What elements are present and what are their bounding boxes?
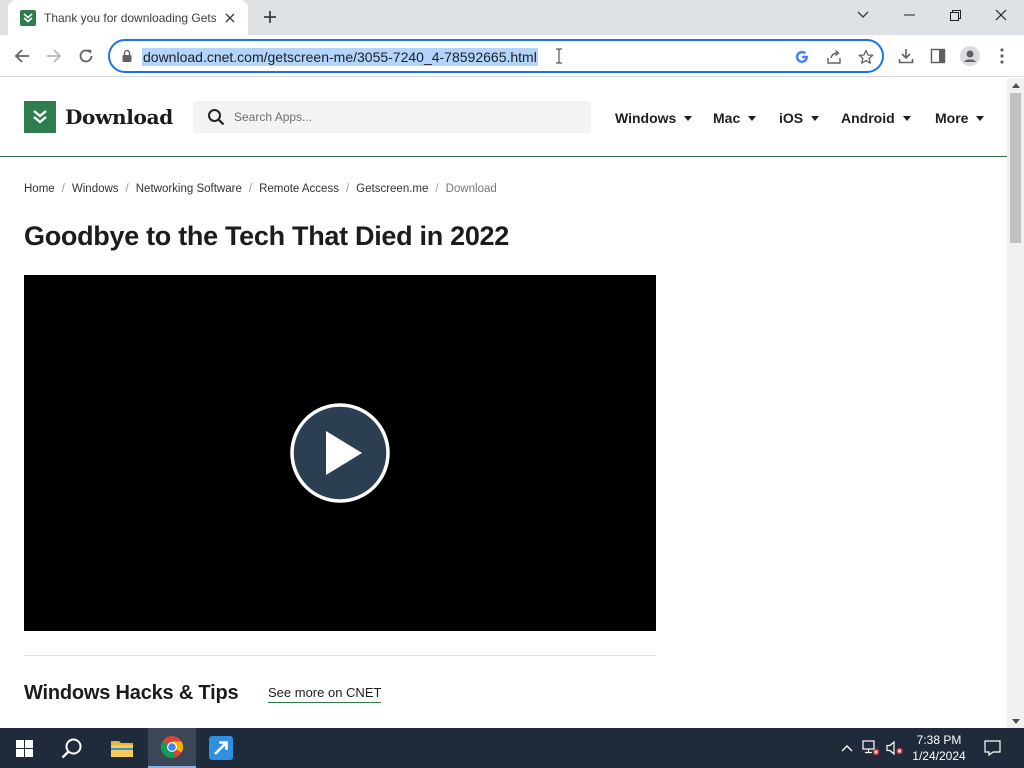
web-page: Download Windows Mac iOS Android More Ho… bbox=[0, 78, 1007, 728]
breadcrumb-remote-access[interactable]: Remote Access bbox=[259, 183, 339, 195]
clock-date: 1/24/2024 bbox=[912, 749, 966, 763]
caret-down-icon bbox=[748, 115, 757, 121]
close-tab-icon[interactable] bbox=[222, 10, 238, 26]
breadcrumb-separator: / bbox=[61, 183, 65, 195]
browser-toolbar: download.cnet.com/getscreen-me/3055-7240… bbox=[0, 35, 1024, 77]
bookmark-star-icon[interactable] bbox=[856, 47, 876, 67]
chevron-down-icon bbox=[857, 11, 869, 18]
forward-button[interactable] bbox=[39, 41, 69, 71]
scroll-up-icon[interactable] bbox=[1007, 78, 1024, 92]
search-button[interactable] bbox=[48, 728, 96, 768]
nav-android[interactable]: Android bbox=[841, 108, 911, 128]
new-tab-button[interactable] bbox=[258, 5, 282, 29]
site-header: Download Windows Mac iOS Android More bbox=[0, 78, 1007, 157]
page-title: Goodbye to the Tech That Died in 2022 bbox=[24, 221, 509, 251]
breadcrumb-separator: / bbox=[125, 183, 129, 195]
chevron-up-icon bbox=[841, 745, 853, 752]
nav-ios[interactable]: iOS bbox=[779, 108, 820, 128]
section-divider bbox=[24, 655, 656, 656]
search-input[interactable] bbox=[234, 101, 574, 133]
browser-tab-strip: Thank you for downloading Getscreen.me bbox=[0, 0, 1024, 35]
close-window-button[interactable] bbox=[978, 0, 1024, 30]
clock-time: 7:38 PM bbox=[916, 733, 962, 747]
caret-down-icon bbox=[684, 115, 693, 121]
nav-label: iOS bbox=[779, 110, 804, 126]
lock-icon[interactable] bbox=[120, 49, 134, 63]
system-clock[interactable]: 7:38 PM 1/24/2024 bbox=[903, 732, 975, 764]
caret-down-icon bbox=[902, 115, 911, 121]
arrow-left-icon bbox=[14, 49, 29, 63]
tab-search-button[interactable] bbox=[840, 0, 886, 30]
logo-text: Download bbox=[65, 105, 173, 129]
nav-label: Windows bbox=[615, 110, 677, 126]
app-taskbar-button[interactable] bbox=[197, 728, 245, 768]
search-bar[interactable] bbox=[193, 101, 591, 133]
breadcrumb-separator: / bbox=[435, 183, 439, 195]
windows-taskbar: 7:38 PM 1/24/2024 bbox=[0, 728, 1024, 768]
url-text[interactable]: download.cnet.com/getscreen-me/3055-7240… bbox=[142, 48, 538, 66]
site-logo[interactable]: Download bbox=[24, 101, 173, 133]
caret-down-icon bbox=[976, 115, 985, 121]
google-lens-icon[interactable] bbox=[792, 47, 812, 67]
breadcrumb-separator: / bbox=[345, 183, 350, 195]
nav-label: Mac bbox=[713, 110, 741, 126]
notifications-button[interactable] bbox=[979, 728, 1005, 768]
arrow-app-icon bbox=[209, 736, 233, 760]
download-logo-icon bbox=[24, 101, 56, 133]
breadcrumb: Home / Windows / Networking Software / R… bbox=[24, 182, 497, 196]
close-icon bbox=[995, 9, 1007, 21]
minimize-icon bbox=[903, 14, 915, 16]
restore-icon bbox=[949, 9, 961, 21]
video-player[interactable] bbox=[24, 275, 656, 631]
search-icon bbox=[61, 738, 82, 759]
plus-icon bbox=[264, 11, 276, 23]
nav-windows[interactable]: Windows bbox=[615, 108, 693, 128]
text-cursor-icon bbox=[556, 48, 562, 64]
search-icon bbox=[208, 109, 225, 126]
notification-icon bbox=[983, 740, 1001, 756]
folder-icon bbox=[111, 741, 133, 757]
breadcrumb-networking-software[interactable]: Networking Software bbox=[136, 183, 242, 195]
breadcrumb-home[interactable]: Home bbox=[24, 183, 55, 195]
more-options-icon[interactable] bbox=[989, 43, 1015, 69]
show-hidden-icons-button[interactable] bbox=[838, 728, 856, 768]
page-scrollbar[interactable] bbox=[1007, 78, 1024, 728]
nav-label: Android bbox=[841, 110, 895, 126]
breadcrumb-windows[interactable]: Windows bbox=[72, 183, 119, 195]
breadcrumb-separator: / bbox=[248, 183, 253, 195]
restore-button[interactable] bbox=[932, 0, 978, 30]
reload-icon bbox=[79, 49, 93, 63]
tab-title: Thank you for downloading Getscreen.me bbox=[44, 10, 216, 25]
minimize-button[interactable] bbox=[886, 0, 932, 30]
breadcrumb-getscreen-me[interactable]: Getscreen.me bbox=[356, 183, 428, 195]
nav-label: More bbox=[935, 110, 969, 126]
address-bar[interactable]: download.cnet.com/getscreen-me/3055-7240… bbox=[108, 39, 884, 73]
chrome-icon bbox=[161, 736, 183, 759]
back-button[interactable] bbox=[7, 41, 37, 71]
scroll-down-icon[interactable] bbox=[1007, 714, 1024, 728]
download-favicon-icon bbox=[20, 9, 36, 26]
chrome-taskbar-button[interactable] bbox=[148, 728, 196, 768]
caret-down-icon bbox=[811, 115, 820, 121]
see-more-link[interactable]: See more on CNET bbox=[268, 685, 382, 703]
arrow-right-icon bbox=[47, 49, 62, 63]
file-explorer-button[interactable] bbox=[98, 728, 146, 768]
browser-tab[interactable]: Thank you for downloading Getscreen.me bbox=[8, 0, 248, 35]
play-icon[interactable] bbox=[290, 403, 390, 503]
scrollbar-thumb[interactable] bbox=[1010, 93, 1021, 243]
side-panel-icon[interactable] bbox=[925, 43, 951, 69]
nav-mac[interactable]: Mac bbox=[713, 108, 757, 128]
section-title: Windows Hacks & Tips bbox=[24, 682, 239, 704]
profile-avatar-icon[interactable] bbox=[957, 43, 983, 69]
windows-logo-icon bbox=[15, 739, 33, 757]
start-button[interactable] bbox=[0, 728, 48, 768]
nav-more[interactable]: More bbox=[935, 108, 985, 128]
reload-button[interactable] bbox=[71, 41, 101, 71]
breadcrumb-current: Download bbox=[445, 183, 497, 195]
downloads-icon[interactable] bbox=[893, 43, 919, 69]
share-icon[interactable] bbox=[824, 47, 844, 67]
network-tray-icon[interactable] bbox=[860, 728, 882, 768]
